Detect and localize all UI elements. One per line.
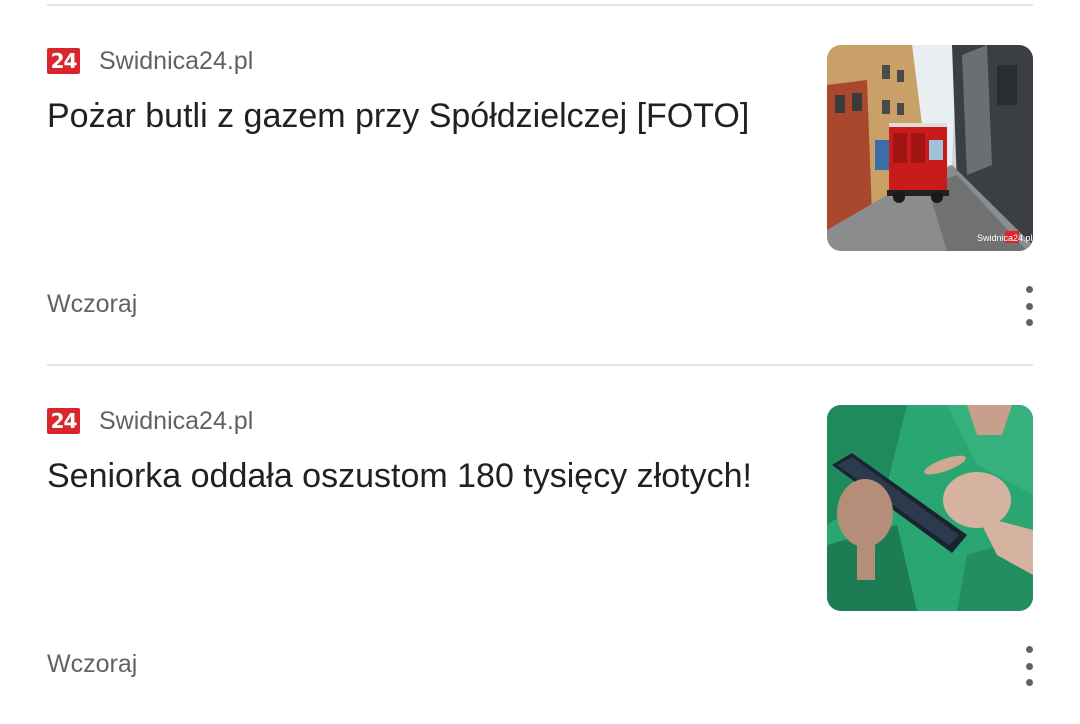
source-row: 24 Swidnica24.pl xyxy=(47,404,253,438)
article-thumbnail[interactable]: Swidnica24.pl xyxy=(827,45,1033,251)
source-name[interactable]: Swidnica24.pl xyxy=(99,47,253,76)
watermark: Swidnica24.pl xyxy=(977,233,1033,243)
article-time: Wczoraj xyxy=(47,290,138,318)
source-row: 24 Swidnica24.pl xyxy=(47,44,253,78)
article-thumbnail[interactable] xyxy=(827,405,1033,611)
news-feed: 24 Swidnica24.pl Pożar butli z gazem prz… xyxy=(0,0,1080,724)
article-title[interactable]: Seniorka oddała oszustom 180 tysięcy zło… xyxy=(47,454,807,498)
source-favicon-icon: 24 xyxy=(47,48,80,74)
source-favicon-icon: 24 xyxy=(47,408,80,434)
source-name[interactable]: Swidnica24.pl xyxy=(99,407,253,436)
more-vert-icon[interactable] xyxy=(1014,646,1044,686)
article-card-2[interactable]: 24 Swidnica24.pl Seniorka oddała oszusto… xyxy=(0,360,1080,720)
article-time: Wczoraj xyxy=(47,650,138,678)
article-card-1[interactable]: 24 Swidnica24.pl Pożar butli z gazem prz… xyxy=(0,0,1080,360)
more-vert-icon[interactable] xyxy=(1014,286,1044,326)
article-title[interactable]: Pożar butli z gazem przy Spółdzielczej [… xyxy=(47,94,807,138)
hands-holding-phone-photo xyxy=(827,405,1033,611)
fire-truck-street-photo: Swidnica24.pl xyxy=(827,45,1033,251)
